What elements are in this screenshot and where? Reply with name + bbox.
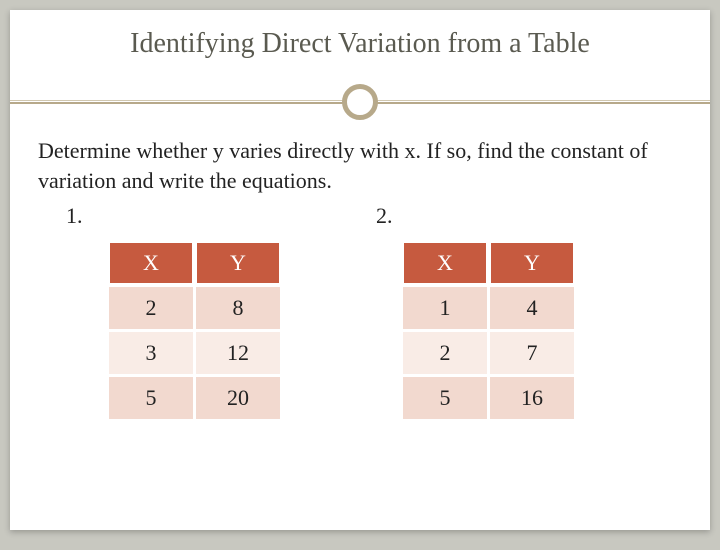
table-row: 1 4 xyxy=(403,287,574,329)
cell: 20 xyxy=(196,377,280,419)
problem-2: 2. X Y 1 4 2 7 5 16 xyxy=(360,203,670,422)
data-table: X Y 1 4 2 7 5 16 xyxy=(400,239,577,422)
table-row: 2 7 xyxy=(403,332,574,374)
cell: 2 xyxy=(109,287,193,329)
circle-icon xyxy=(342,84,378,120)
data-table: X Y 2 8 3 12 5 20 xyxy=(106,239,283,422)
problem-number: 1. xyxy=(66,203,360,229)
table-row: 5 20 xyxy=(109,377,280,419)
cell: 4 xyxy=(490,287,574,329)
cell: 3 xyxy=(109,332,193,374)
cell: 2 xyxy=(403,332,487,374)
cell: 7 xyxy=(490,332,574,374)
table-header-row: X Y xyxy=(403,242,574,284)
cell: 5 xyxy=(109,377,193,419)
col-header-x: X xyxy=(403,242,487,284)
problem-1: 1. X Y 2 8 3 12 5 20 xyxy=(50,203,360,422)
page-title: Identifying Direct Variation from a Tabl… xyxy=(10,10,710,60)
col-header-x: X xyxy=(109,242,193,284)
cell: 12 xyxy=(196,332,280,374)
divider xyxy=(10,84,710,120)
slide: Identifying Direct Variation from a Tabl… xyxy=(10,10,710,530)
col-header-y: Y xyxy=(490,242,574,284)
problem-number: 2. xyxy=(376,203,670,229)
cell: 5 xyxy=(403,377,487,419)
problems-container: 1. X Y 2 8 3 12 5 20 xyxy=(10,195,710,422)
col-header-y: Y xyxy=(196,242,280,284)
table-header-row: X Y xyxy=(109,242,280,284)
cell: 8 xyxy=(196,287,280,329)
table-row: 2 8 xyxy=(109,287,280,329)
instruction-text: Determine whether y varies directly with… xyxy=(10,120,710,195)
table-row: 3 12 xyxy=(109,332,280,374)
cell: 16 xyxy=(490,377,574,419)
cell: 1 xyxy=(403,287,487,329)
table-row: 5 16 xyxy=(403,377,574,419)
